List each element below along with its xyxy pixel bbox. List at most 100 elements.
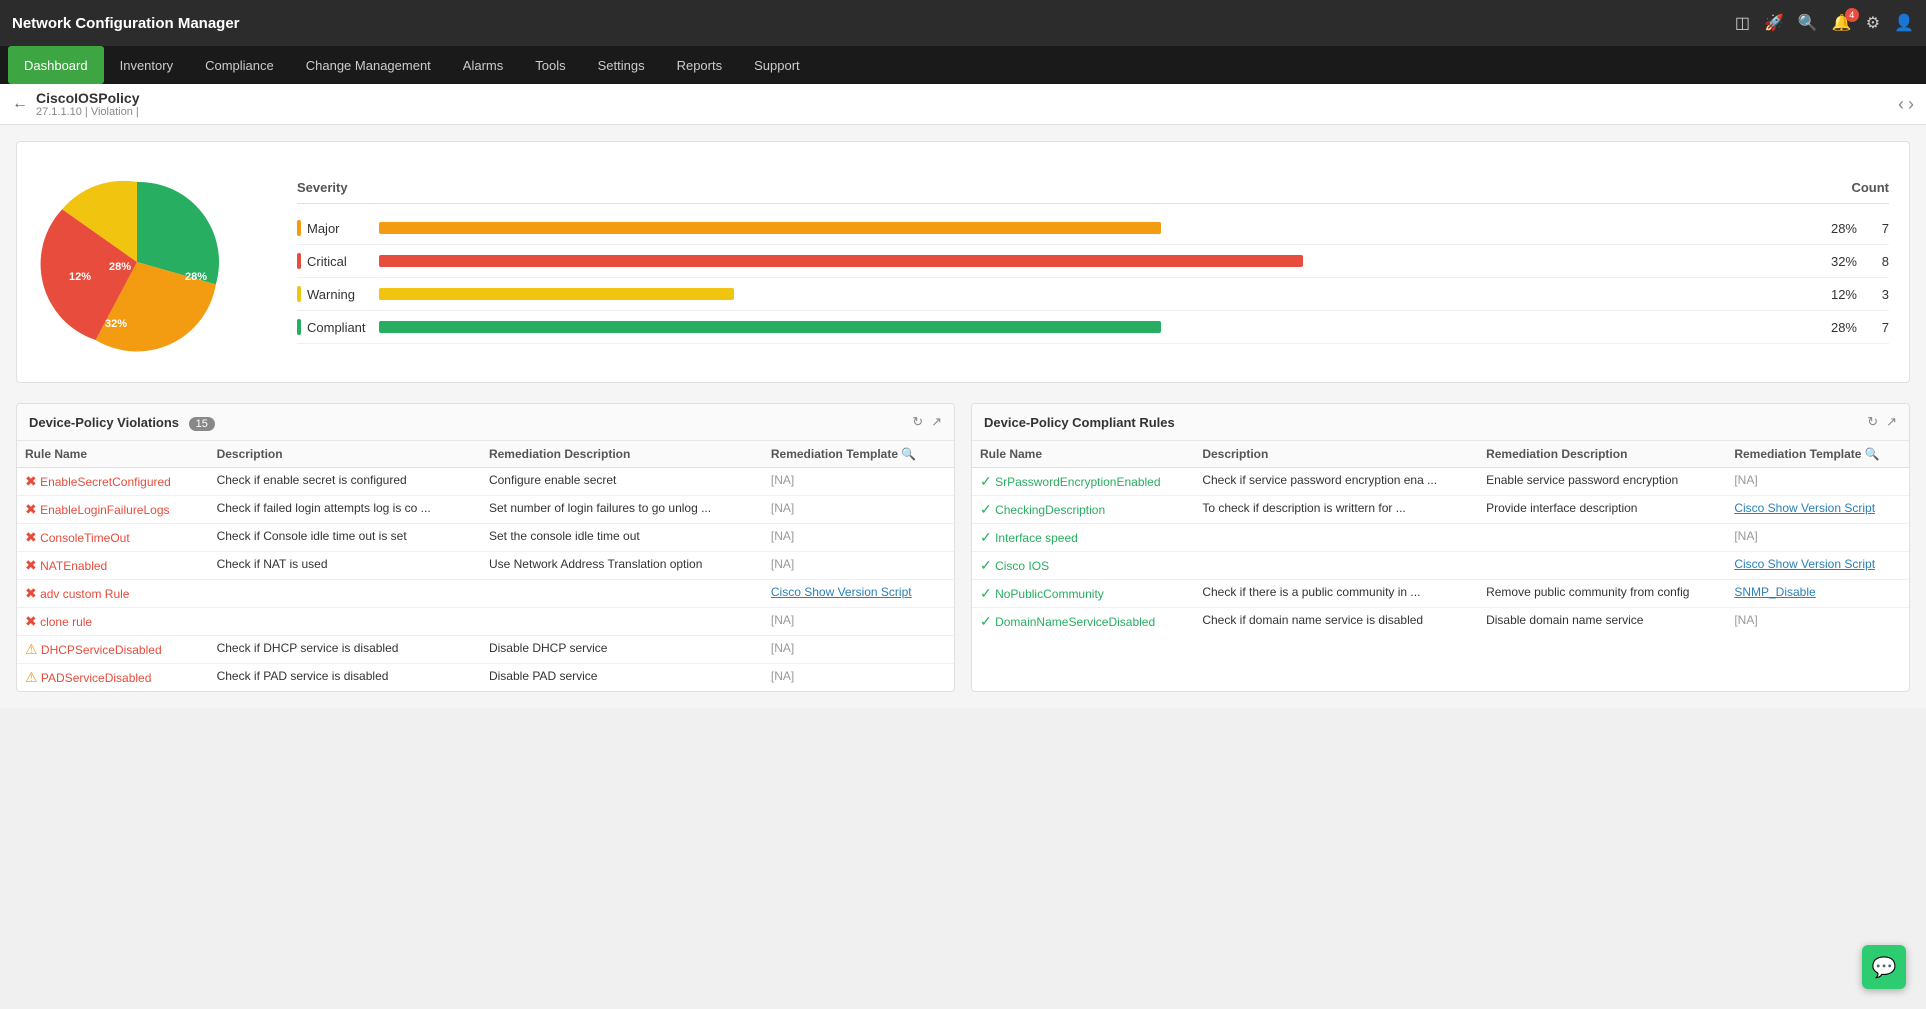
sev-bar-fill-warning: [379, 288, 734, 300]
rule-link[interactable]: adv custom Rule: [40, 587, 129, 601]
rule-link[interactable]: SrPasswordEncryptionEnabled: [995, 475, 1160, 489]
sev-bar-critical: [379, 255, 1800, 267]
desc-cell: Check if NAT is used: [209, 552, 481, 580]
rule-link[interactable]: DomainNameServiceDisabled: [995, 615, 1155, 629]
rule-link[interactable]: ConsoleTimeOut: [40, 531, 130, 545]
rem-desc-cell: [481, 608, 763, 636]
search-icon-v[interactable]: 🔍: [901, 447, 916, 461]
pie-label-compliant: 28%: [109, 261, 131, 273]
refresh-icon[interactable]: ↻: [912, 414, 923, 430]
col-remediation-desc-v: Remediation Description: [481, 441, 763, 468]
bell-icon[interactable]: 🔔 4: [1832, 13, 1852, 33]
prev-button[interactable]: ‹: [1898, 94, 1904, 115]
nav-support[interactable]: Support: [738, 46, 816, 84]
rule-link[interactable]: NoPublicCommunity: [995, 587, 1104, 601]
template-link[interactable]: Cisco Show Version Script: [1734, 501, 1875, 515]
desc-cell: Check if service password encryption ena…: [1194, 468, 1478, 496]
violations-title-wrap: Device-Policy Violations 15: [29, 415, 215, 430]
expand-icon[interactable]: ↗: [931, 414, 942, 430]
refresh-icon-c[interactable]: ↻: [1867, 414, 1878, 430]
pie-chart: 28% 28% 32% 12%: [37, 162, 237, 362]
nav-reports[interactable]: Reports: [661, 46, 739, 84]
desc-cell: [1194, 524, 1478, 552]
user-icon[interactable]: 👤: [1894, 13, 1914, 33]
error-icon: ✖: [25, 529, 37, 545]
breadcrumb-subtitle: 27.1.1.10 | Violation |: [36, 106, 139, 118]
rule-link[interactable]: DHCPServiceDisabled: [41, 643, 162, 657]
table-row: ⚠ PADServiceDisabled Check if PAD servic…: [17, 664, 954, 692]
template-link[interactable]: Cisco Show Version Script: [771, 585, 912, 599]
breadcrumb-back-button[interactable]: ←: [12, 95, 28, 113]
ok-icon: ✓: [980, 613, 992, 629]
rem-desc-cell: Disable PAD service: [481, 664, 763, 692]
rule-link[interactable]: clone rule: [40, 615, 92, 629]
sev-pct-compliant: 28%: [1812, 320, 1857, 335]
ok-icon: ✓: [980, 473, 992, 489]
sev-dot-major: [297, 220, 301, 236]
nav-settings[interactable]: Settings: [582, 46, 661, 84]
rule-link[interactable]: Cisco IOS: [995, 559, 1049, 573]
rule-link[interactable]: PADServiceDisabled: [41, 671, 152, 685]
violations-header: Device-Policy Violations 15 ↻ ↗: [17, 404, 954, 441]
compliant-card: Device-Policy Compliant Rules ↻ ↗ Rule N…: [971, 403, 1910, 692]
rule-cell: ✓ Cisco IOS: [972, 552, 1194, 580]
sev-bar-fill-major: [379, 222, 1161, 234]
rule-link[interactable]: Interface speed: [995, 531, 1078, 545]
app-title: Network Configuration Manager: [12, 15, 240, 32]
sev-dot-warning: [297, 286, 301, 302]
nav-inventory[interactable]: Inventory: [104, 46, 189, 84]
desc-cell: [209, 608, 481, 636]
template-link[interactable]: SNMP_Disable: [1734, 585, 1815, 599]
search-icon[interactable]: 🔍: [1798, 13, 1818, 33]
nav-change-management[interactable]: Change Management: [290, 46, 447, 84]
rule-link[interactable]: EnableLoginFailureLogs: [40, 503, 169, 517]
table-row: ✖ EnableSecretConfigured Check if enable…: [17, 468, 954, 496]
rule-link[interactable]: NATEnabled: [40, 559, 107, 573]
table-row: ✖ ConsoleTimeOut Check if Console idle t…: [17, 524, 954, 552]
expand-icon-c[interactable]: ↗: [1886, 414, 1897, 430]
sev-name-major: Major: [297, 220, 367, 236]
pie-label-warning: 12%: [69, 271, 91, 283]
template-link[interactable]: Cisco Show Version Script: [1734, 557, 1875, 571]
rocket-icon[interactable]: 🚀: [1764, 13, 1784, 33]
table-row: ✖ clone rule [NA]: [17, 608, 954, 636]
next-button[interactable]: ›: [1908, 94, 1914, 115]
nav-compliance[interactable]: Compliance: [189, 46, 290, 84]
gear-icon[interactable]: ⚙: [1866, 13, 1880, 33]
desc-cell: Check if enable secret is configured: [209, 468, 481, 496]
rule-cell: ✓ DomainNameServiceDisabled: [972, 608, 1194, 636]
ok-icon: ✓: [980, 585, 992, 601]
rem-desc-cell: Configure enable secret: [481, 468, 763, 496]
severity-header: Severity Count: [297, 180, 1889, 204]
sev-dot-compliant: [297, 319, 301, 335]
table-row: ✓ DomainNameServiceDisabled Check if dom…: [972, 608, 1909, 636]
desc-cell: Check if domain name service is disabled: [1194, 608, 1478, 636]
rule-cell: ⚠ PADServiceDisabled: [17, 664, 209, 692]
nav-dashboard[interactable]: Dashboard: [8, 46, 104, 84]
rem-desc-cell: [481, 580, 763, 608]
nav-alarms[interactable]: Alarms: [447, 46, 519, 84]
rem-desc-cell: Disable DHCP service: [481, 636, 763, 664]
template-cell: [NA]: [1726, 608, 1909, 636]
rule-cell: ✖ NATEnabled: [17, 552, 209, 580]
rule-cell: ✖ EnableLoginFailureLogs: [17, 496, 209, 524]
error-icon: ✖: [25, 585, 37, 601]
nav-tools[interactable]: Tools: [519, 46, 581, 84]
search-icon-c[interactable]: 🔍: [1865, 447, 1880, 461]
rule-cell: ✖ adv custom Rule: [17, 580, 209, 608]
monitor-icon[interactable]: ◫: [1735, 13, 1750, 33]
desc-cell: Check if Console idle time out is set: [209, 524, 481, 552]
sev-bar-major: [379, 222, 1800, 234]
error-icon: ✖: [25, 613, 37, 629]
chat-fab[interactable]: 💬: [1862, 945, 1906, 989]
template-cell: Cisco Show Version Script: [1726, 552, 1909, 580]
top-bar: Network Configuration Manager ◫ 🚀 🔍 🔔 4 …: [0, 0, 1926, 46]
violations-table: Rule Name Description Remediation Descri…: [17, 441, 954, 691]
top-icons: ◫ 🚀 🔍 🔔 4 ⚙ 👤: [1735, 13, 1914, 33]
table-row: ✓ NoPublicCommunity Check if there is a …: [972, 580, 1909, 608]
count-col-header: Count: [1851, 180, 1889, 195]
table-row: ✖ EnableLoginFailureLogs Check if failed…: [17, 496, 954, 524]
rule-link[interactable]: CheckingDescription: [995, 503, 1105, 517]
rule-link[interactable]: EnableSecretConfigured: [40, 475, 171, 489]
tables-section: Device-Policy Violations 15 ↻ ↗ Rule Nam…: [16, 403, 1910, 692]
